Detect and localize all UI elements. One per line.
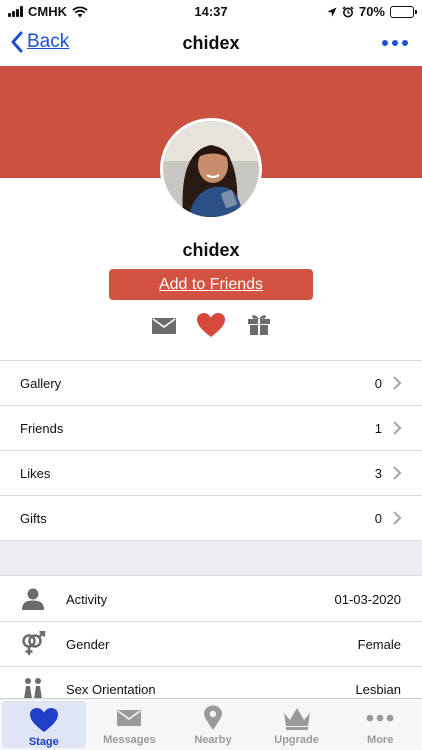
navigation-bar: Back chidex	[0, 22, 422, 66]
tab-messages[interactable]: Messages	[88, 699, 172, 750]
row-label: Likes	[20, 465, 51, 481]
section-separator	[0, 540, 422, 576]
person-icon	[0, 587, 66, 611]
detail-row-activity: Activity 01-03-2020	[0, 577, 422, 622]
tab-label: Upgrade	[274, 734, 319, 746]
row-label: Gifts	[20, 510, 47, 526]
battery-percent: 70%	[358, 4, 385, 19]
stats-row-gallery[interactable]: Gallery 0	[0, 360, 422, 405]
detail-row-gender: Gender Female	[0, 622, 422, 667]
stats-row-likes[interactable]: Likes 3	[0, 450, 422, 495]
gift-icon[interactable]	[247, 312, 271, 341]
row-value: 0	[374, 375, 382, 391]
row-value: 3	[374, 465, 382, 481]
envelope-icon	[117, 710, 142, 726]
tab-label: Messages	[103, 734, 156, 746]
alarm-icon	[342, 5, 354, 17]
details-list: Activity 01-03-2020 Gender Female Sex Or…	[0, 577, 422, 712]
row-value: 1	[374, 420, 382, 436]
profile-actions	[0, 310, 422, 340]
status-right: 70%	[327, 4, 417, 19]
tab-label: Stage	[28, 736, 59, 748]
avatar[interactable]	[160, 118, 262, 220]
like-heart-icon[interactable]	[196, 312, 226, 343]
row-label: Friends	[20, 420, 64, 436]
heart-icon	[29, 708, 58, 732]
message-icon[interactable]	[152, 318, 176, 339]
more-options-button[interactable]	[382, 40, 408, 46]
detail-label: Gender	[66, 636, 110, 652]
tab-label: Nearby	[194, 734, 232, 746]
crown-icon	[283, 708, 310, 730]
stats-row-friends[interactable]: Friends 1	[0, 405, 422, 450]
stats-list: Gallery 0 Friends 1 Likes 3 Gifts 0	[0, 360, 422, 540]
tab-stage[interactable]: Stage	[2, 701, 86, 748]
location-arrow-icon	[327, 7, 337, 16]
chevron-right-icon	[393, 421, 402, 435]
tab-nearby[interactable]: Nearby	[171, 699, 255, 750]
gender-icon	[0, 631, 66, 657]
profile-username: chidex	[182, 240, 240, 260]
add-to-friends-button[interactable]: Add to Friends	[109, 269, 313, 300]
stats-row-gifts[interactable]: Gifts 0	[0, 495, 422, 540]
status-bar: CMHK 14:37 70%	[0, 0, 422, 22]
detail-value: Female	[357, 636, 401, 652]
detail-label: Sex Orientation	[66, 681, 156, 697]
page-title: chidex	[182, 33, 240, 53]
ellipsis-icon	[366, 714, 394, 722]
chevron-right-icon	[393, 376, 402, 390]
chevron-right-icon	[393, 466, 402, 480]
battery-icon	[390, 5, 417, 18]
detail-value: Lesbian	[355, 681, 401, 697]
avatar-photo	[163, 121, 259, 217]
row-value: 0	[374, 510, 382, 526]
chevron-right-icon	[393, 511, 402, 525]
tab-bar: Stage Messages Nearby Upgrade More	[0, 698, 422, 750]
detail-value: 01-03-2020	[334, 591, 402, 607]
tab-more[interactable]: More	[338, 699, 422, 750]
location-pin-icon	[203, 705, 222, 730]
tab-label: More	[367, 734, 394, 746]
tab-upgrade[interactable]: Upgrade	[255, 699, 339, 750]
detail-label: Activity	[66, 591, 108, 607]
row-label: Gallery	[20, 375, 62, 391]
